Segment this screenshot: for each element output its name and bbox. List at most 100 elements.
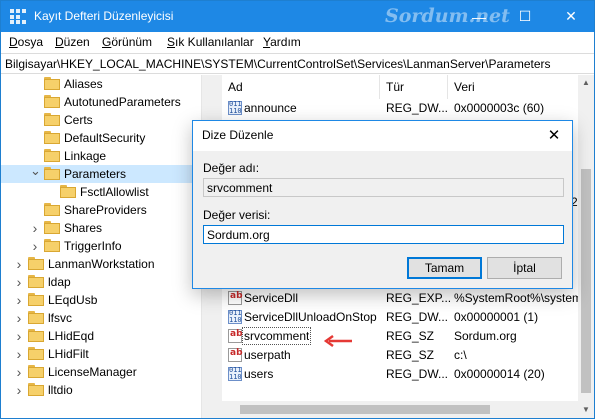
value-row[interactable]: ab srvcomment REG_SZ Sordum.org: [222, 327, 578, 346]
binary-value-icon: 011 110: [228, 366, 242, 381]
list-header: Ad Tür Veri: [222, 75, 578, 99]
tree-item-label: AutotunedParameters: [64, 95, 181, 109]
column-name[interactable]: Ad: [222, 75, 380, 99]
chevron-right-icon[interactable]: ›: [14, 257, 24, 271]
folder-icon: [28, 311, 44, 324]
tree-item[interactable]: ⌄ Parameters: [1, 164, 201, 183]
key-tree: Aliases AutotunedParameters Certs DefaultSe…: [1, 75, 217, 418]
value-type: REG_SZ: [386, 329, 435, 343]
tree-item[interactable]: › LEqdUsb: [1, 291, 201, 309]
chevron-down-icon[interactable]: ⌄: [30, 164, 41, 178]
chevron-right-icon[interactable]: ›: [14, 347, 24, 361]
chevron-right-icon[interactable]: ›: [14, 311, 24, 325]
tree-item[interactable]: › ldap: [1, 273, 201, 291]
tree-item[interactable]: ShareProviders: [1, 201, 201, 219]
tree-item[interactable]: AutotunedParameters: [1, 93, 201, 111]
value-row[interactable]: ab userpath REG_SZ c:\: [222, 346, 578, 365]
tree-item[interactable]: Certs: [1, 111, 201, 129]
tree-item[interactable]: › lltdio: [1, 381, 201, 399]
value-type: REG_EXP...: [386, 291, 452, 305]
address-bar[interactable]: Bilgisayar\HKEY_LOCAL_MACHINE\SYSTEM\Cur…: [1, 53, 594, 74]
menu-help[interactable]: Yardım: [263, 35, 301, 49]
folder-icon: [44, 203, 60, 216]
value-row[interactable]: ab ServiceDll REG_EXP... %SystemRoot%\syste…: [222, 289, 578, 308]
value-row[interactable]: 011 110 users REG_DW... 0x00000014 (20): [222, 365, 578, 384]
tree-item-label: Aliases: [64, 77, 103, 91]
scroll-down-arrow-icon[interactable]: ▼: [578, 402, 594, 418]
folder-icon: [44, 239, 60, 252]
string-value-icon: ab: [228, 348, 243, 362]
dialog-title-bar: Dize Düzenle ✕: [193, 121, 572, 151]
folder-icon: [28, 347, 44, 360]
red-arrow-icon: [323, 335, 352, 347]
chevron-right-icon[interactable]: ›: [14, 383, 24, 397]
tree-item-label: ldap: [48, 275, 71, 289]
tree-item[interactable]: › Shares: [1, 219, 201, 237]
column-type[interactable]: Tür: [380, 75, 448, 99]
folder-icon: [44, 77, 60, 90]
folder-icon: [44, 221, 60, 234]
value-data: Sordum.org: [454, 329, 517, 343]
scroll-up-arrow-icon[interactable]: ▲: [578, 75, 594, 91]
tree-item-label: Linkage: [64, 149, 107, 163]
tree-item[interactable]: › TriggerInfo: [1, 237, 201, 255]
tree-item-label: LHidEqd: [48, 329, 95, 343]
menu-edit[interactable]: Düzen: [55, 35, 90, 49]
chevron-right-icon[interactable]: ›: [14, 365, 24, 379]
menu-view[interactable]: Görünüm: [102, 35, 152, 49]
value-name: userpath: [244, 348, 291, 362]
folder-icon: [44, 149, 60, 162]
value-type: REG_DW...: [386, 101, 449, 115]
ok-button[interactable]: Tamam: [407, 257, 482, 279]
tree-item-label: DefaultSecurity: [64, 131, 146, 145]
list-horizontal-scrollbar[interactable]: [222, 401, 578, 418]
list-scrollbar[interactable]: ▲ ▼: [578, 75, 594, 418]
value-name: srvcomment: [241, 327, 312, 345]
chevron-right-icon[interactable]: ›: [14, 329, 24, 343]
chevron-right-icon[interactable]: ›: [30, 239, 40, 253]
folder-icon: [28, 365, 44, 378]
dialog-close-button[interactable]: ✕: [542, 125, 566, 147]
tree-item[interactable]: › LHidEqd: [1, 327, 201, 345]
maximize-button[interactable]: ☐: [502, 1, 548, 32]
tree-item[interactable]: Aliases: [1, 75, 201, 93]
value-row[interactable]: 011 110 announce REG_DW... 0x0000003c (60): [222, 99, 578, 118]
value-data-input[interactable]: Sordum.org: [203, 225, 564, 244]
value-name-label: Değer adı:: [203, 161, 260, 175]
value-name: users: [244, 367, 274, 381]
chevron-right-icon[interactable]: ›: [14, 275, 24, 289]
value-data: %SystemRoot%\system: [454, 291, 578, 305]
tree-item[interactable]: › LicenseManager: [1, 363, 201, 381]
chevron-right-icon[interactable]: ›: [30, 221, 40, 235]
list-scroll-thumb[interactable]: [581, 169, 591, 393]
horizontal-scroll-thumb[interactable]: [240, 405, 490, 414]
value-row[interactable]: 011 110 ServiceDllUnloadOnStop REG_DW... 0x0…: [222, 308, 578, 327]
folder-icon: [28, 329, 44, 342]
close-button[interactable]: ✕: [548, 1, 594, 32]
tree-item[interactable]: › lfsvc: [1, 309, 201, 327]
tree-item[interactable]: › LHidFilt: [1, 345, 201, 363]
dialog-title: Dize Düzenle: [202, 128, 274, 142]
menu-file[interactable]: Dosya: [9, 35, 43, 49]
registry-editor-window: Kayıt Defteri Düzenleyicisi Sordum.net —…: [0, 0, 595, 419]
value-name: ServiceDllUnloadOnStop: [244, 310, 377, 324]
chevron-right-icon[interactable]: ›: [14, 293, 24, 307]
tree-item-label: lfsvc: [48, 311, 72, 325]
string-value-icon: ab: [228, 291, 243, 305]
tree-item-label: TriggerInfo: [64, 239, 122, 253]
tree-item-label: LEqdUsb: [48, 293, 98, 307]
edit-string-dialog: Dize Düzenle ✕ Değer adı: srvcomment Değ…: [192, 120, 573, 289]
tree-item[interactable]: FsctlAllowlist: [1, 183, 201, 201]
minimize-button[interactable]: —: [456, 1, 502, 32]
cancel-button[interactable]: İptal: [487, 257, 562, 279]
title-bar: Kayıt Defteri Düzenleyicisi Sordum.net —…: [1, 1, 594, 32]
tree-item[interactable]: DefaultSecurity: [1, 129, 201, 147]
tree-item-label: Parameters: [64, 167, 127, 181]
menu-bar: Dosya Düzen Görünüm Sık Kullanılanlar Ya…: [1, 32, 594, 53]
column-data[interactable]: Veri: [448, 75, 578, 99]
tree-item-label: ShareProviders: [64, 203, 147, 217]
menu-favorites[interactable]: Sık Kullanılanlar: [167, 35, 254, 49]
value-data: 0x0000003c (60): [454, 101, 545, 115]
tree-item[interactable]: › LanmanWorkstation: [1, 255, 201, 273]
value-data: 0x00000014 (20): [454, 367, 545, 381]
